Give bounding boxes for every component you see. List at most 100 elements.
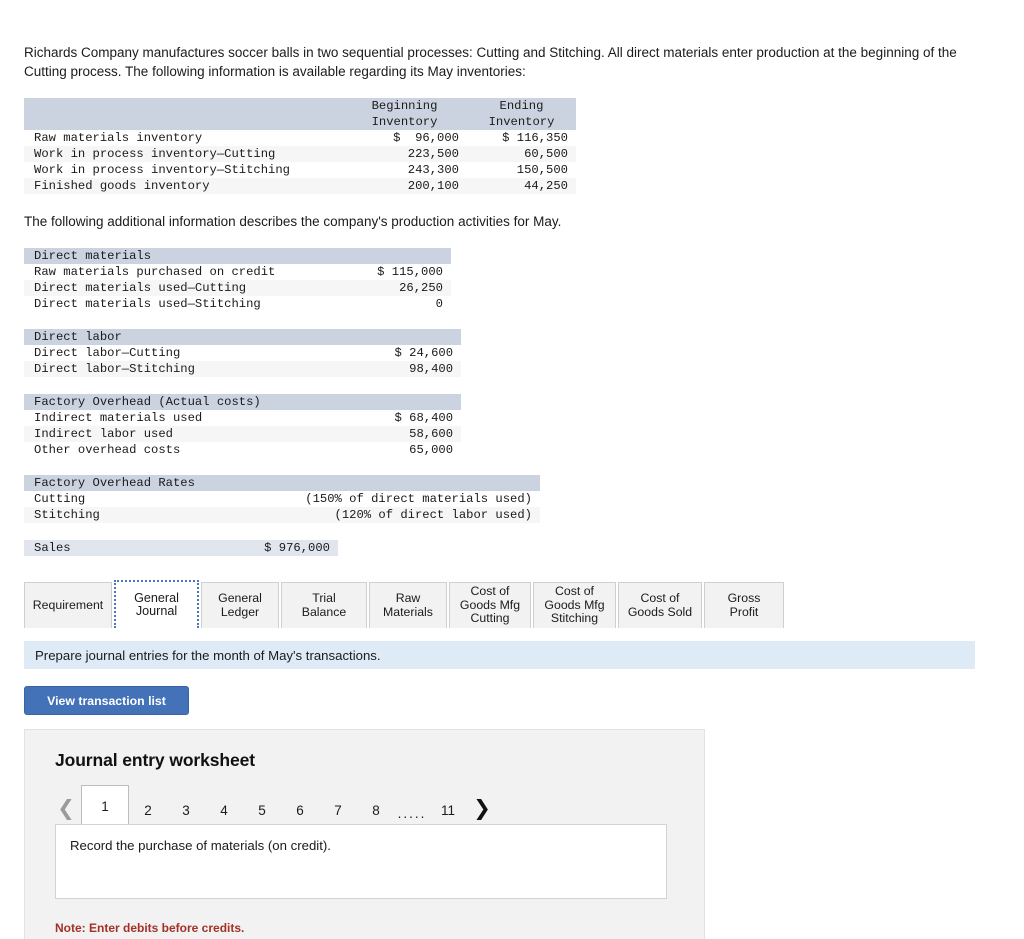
inventory-ending-value: 150,500 <box>467 162 576 178</box>
table-row: Sales $ 976,000 <box>24 540 338 556</box>
overhead-rates-table: Factory Overhead Rates Cutting (150% of di… <box>24 475 540 523</box>
debit-credit-note: Note: Enter debits before credits. <box>55 921 245 935</box>
table-row: Indirect materials used $ 68,400 <box>24 410 462 426</box>
pagination-page-2[interactable]: 2 <box>129 793 167 827</box>
journal-entry-worksheet-panel: Journal entry worksheet ❮ 1 2 3 4 5 6 7 8..... 1… <box>24 729 705 939</box>
overhead-rates-row-label: Cutting <box>24 491 214 507</box>
pagination-page-3[interactable]: 3 <box>167 793 205 827</box>
pagination-ellipsis: ..... <box>397 806 427 821</box>
direct-labor-section-title: Direct labor <box>24 329 462 345</box>
factory-overhead-row-label: Other overhead costs <box>24 442 324 458</box>
pagination-page-7[interactable]: 7 <box>319 793 357 827</box>
inventory-row-label: Work in process inventory—Cutting <box>24 146 342 162</box>
instruction-bar: Prepare journal entries for the month of… <box>24 641 975 669</box>
tab-cost-of-goods-sold[interactable]: Cost of Goods Sold <box>618 582 702 628</box>
inventory-beginning-value: 243,300 <box>342 162 467 178</box>
pagination-page-4[interactable]: 4 <box>205 793 243 827</box>
direct-materials-row-label: Direct materials used—Stitching <box>24 296 314 312</box>
direct-materials-row-value: 0 <box>314 296 451 312</box>
table-row: Direct labor—Stitching 98,400 <box>24 361 462 377</box>
view-transaction-list-label: View transaction list <box>47 693 166 708</box>
table-row: Raw materials purchased on credit $ 115,0… <box>24 264 451 280</box>
pagination-page-5[interactable]: 5 <box>243 793 281 827</box>
overhead-rates-row-value: (150% of direct materials used) <box>214 491 540 507</box>
inventory-row-label: Finished goods inventory <box>24 178 342 194</box>
direct-materials-row-label: Direct materials used—Cutting <box>24 280 314 296</box>
direct-materials-table: Direct materials Raw materials purchased … <box>24 248 451 312</box>
additional-info-paragraph: The following additional information des… <box>24 214 562 229</box>
inventory-table: Beginning Ending Inventory Inventory Raw mat… <box>24 98 576 194</box>
table-row: Work in process inventory—Stitching 243,3… <box>24 162 576 178</box>
chevron-left-icon[interactable]: ❮ <box>51 789 81 827</box>
worksheet-title: Journal entry worksheet <box>55 750 255 770</box>
entry-description-text: Record the purchase of materials (on cre… <box>70 838 331 853</box>
inventory-header-2: Ending <box>467 98 576 114</box>
tab-raw-materials[interactable]: Raw Materials <box>369 582 447 628</box>
factory-overhead-row-label: Indirect labor used <box>24 426 324 442</box>
inventory-row-label: Work in process inventory—Stitching <box>24 162 342 178</box>
pagination-page-6[interactable]: 6 <box>281 793 319 827</box>
tab-label: Raw Materials <box>383 591 433 619</box>
inventory-beginning-value: 200,100 <box>342 178 467 194</box>
factory-overhead-row-value: $ 68,400 <box>324 410 462 426</box>
inventory-beginning-value: $ 96,000 <box>342 130 467 146</box>
inventory-header-1: Beginning <box>342 98 467 114</box>
pagination-page-8[interactable]: 8 <box>357 793 395 827</box>
factory-overhead-section-title: Factory Overhead (Actual costs) <box>24 394 462 410</box>
direct-labor-row-value: $ 24,600 <box>324 345 462 361</box>
sales-table: Sales $ 976,000 <box>24 540 338 556</box>
inventory-header-2: Inventory <box>467 114 576 130</box>
table-row: Direct materials used—Cutting 26,250 <box>24 280 451 296</box>
inventory-ending-value: 44,250 <box>467 178 576 194</box>
tab-label: General Journal <box>134 590 179 618</box>
direct-materials-row-value: 26,250 <box>314 280 451 296</box>
factory-overhead-row-value: 65,000 <box>324 442 462 458</box>
tab-label: Requirement <box>32 597 104 612</box>
tab-general-journal[interactable]: General Journal <box>114 580 199 628</box>
chevron-right-icon[interactable]: ❯ <box>467 789 497 827</box>
inventory-header-blank <box>24 98 342 114</box>
inventory-ending-value: $ 116,350 <box>467 130 576 146</box>
tab-bar: Requirement General Journal General Ledger Tr… <box>24 580 786 628</box>
overhead-rates-row-value: (120% of direct labor used) <box>214 507 540 523</box>
table-header-row: Beginning Ending <box>24 98 576 114</box>
tab-label: General Ledger <box>218 591 262 619</box>
pagination-page-1[interactable]: 1 <box>81 785 129 827</box>
overhead-rates-section-header: Factory Overhead Rates <box>24 475 540 491</box>
direct-labor-row-label: Direct labor—Stitching <box>24 361 324 377</box>
tab-requirement[interactable]: Requirement <box>24 582 112 628</box>
inventory-row-label: Raw materials inventory <box>24 130 342 146</box>
sales-value: $ 976,000 <box>219 540 338 556</box>
factory-overhead-row-label: Indirect materials used <box>24 410 324 426</box>
table-row: Stitching (120% of direct labor used) <box>24 507 540 523</box>
intro-paragraph: Richards Company manufactures soccer bal… <box>24 45 957 79</box>
entry-description-box[interactable]: Record the purchase of materials (on cre… <box>55 824 667 899</box>
direct-labor-section-header: Direct labor <box>24 329 462 345</box>
pagination-page-11[interactable]: 11 <box>429 793 467 827</box>
inventory-header-blank <box>24 114 342 130</box>
tab-cost-of-goods-mfg-stitching[interactable]: Cost of Goods Mfg Stitching <box>533 582 616 628</box>
table-row: Indirect labor used 58,600 <box>24 426 462 442</box>
overhead-rates-row-label: Stitching <box>24 507 214 523</box>
tab-cost-of-goods-mfg-cutting[interactable]: Cost of Goods Mfg Cutting <box>449 582 531 628</box>
page-root: Richards Company manufactures soccer bal… <box>0 0 1024 939</box>
instruction-text: Prepare journal entries for the month of… <box>35 647 381 663</box>
tab-label: Gross Profit <box>727 591 761 619</box>
direct-materials-row-label: Raw materials purchased on credit <box>24 264 314 280</box>
direct-materials-section-header: Direct materials <box>24 248 451 264</box>
tab-general-ledger[interactable]: General Ledger <box>201 582 279 628</box>
table-row: Raw materials inventory $ 96,000 $ 116,350 <box>24 130 576 146</box>
factory-overhead-row-value: 58,600 <box>324 426 462 442</box>
worksheet-pagination: ❮ 1 2 3 4 5 6 7 8..... 11 ❯ <box>51 785 497 827</box>
tab-label: Cost of Goods Sold <box>627 591 693 619</box>
table-row: Direct materials used—Stitching 0 <box>24 296 451 312</box>
inventory-beginning-value: 223,500 <box>342 146 467 162</box>
direct-materials-row-value: $ 115,000 <box>314 264 451 280</box>
table-row: Direct labor—Cutting $ 24,600 <box>24 345 462 361</box>
view-transaction-list-button[interactable]: View transaction list <box>24 686 189 715</box>
direct-materials-section-title: Direct materials <box>24 248 451 264</box>
table-row: Finished goods inventory 200,100 44,250 <box>24 178 576 194</box>
tab-gross-profit[interactable]: Gross Profit <box>704 582 784 628</box>
tab-trial-balance[interactable]: Trial Balance <box>281 582 367 628</box>
sales-label: Sales <box>24 540 219 556</box>
